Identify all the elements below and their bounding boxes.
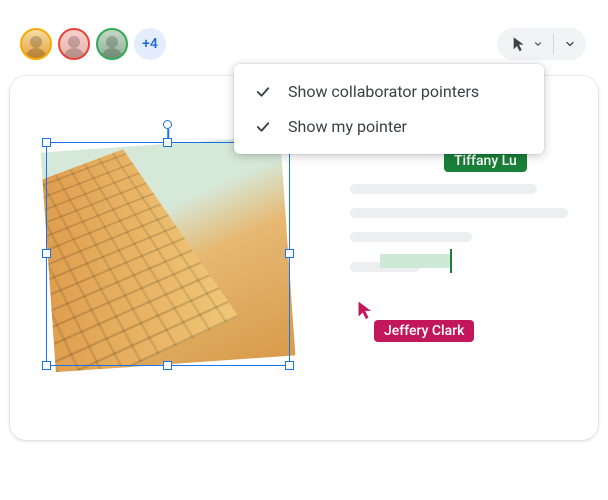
- pointer-options-dropdown: Show collaborator pointers Show my point…: [234, 64, 544, 154]
- dropdown-item-show-collaborator-pointers[interactable]: Show collaborator pointers: [234, 74, 544, 109]
- dropdown-item-label: Show collaborator pointers: [288, 82, 479, 101]
- resize-handle[interactable]: [42, 138, 51, 147]
- check-icon: [254, 83, 272, 101]
- resize-handle[interactable]: [285, 361, 294, 370]
- collaborator-caret: [450, 249, 452, 273]
- rotate-handle[interactable]: [163, 120, 172, 129]
- dropdown-item-label: Show my pointer: [288, 117, 407, 136]
- text-selection-highlight: [380, 254, 450, 268]
- check-icon: [254, 118, 272, 136]
- text-line: [350, 208, 568, 218]
- more-collaborators-count[interactable]: +4: [134, 28, 166, 60]
- avatar[interactable]: [96, 28, 128, 60]
- rotate-stem: [167, 129, 169, 141]
- text-line: [350, 232, 472, 242]
- selected-image[interactable]: [48, 144, 288, 364]
- pointer-icon: [511, 36, 527, 52]
- image-content: [41, 136, 296, 372]
- collaborator-avatars: +4: [20, 28, 166, 60]
- resize-handle[interactable]: [42, 361, 51, 370]
- pointer-dropdown-button[interactable]: [497, 28, 586, 60]
- divider: [553, 34, 554, 54]
- avatar[interactable]: [58, 28, 90, 60]
- text-placeholder-block: [350, 184, 568, 286]
- chevron-down-icon: [533, 39, 543, 49]
- collaborator-pointer-icon: [356, 300, 376, 324]
- text-line: [350, 184, 537, 194]
- collaborator-name-tag: Jeffery Clark: [374, 320, 474, 342]
- avatar[interactable]: [20, 28, 52, 60]
- chevron-down-icon: [564, 38, 576, 50]
- dropdown-item-show-my-pointer[interactable]: Show my pointer: [234, 109, 544, 144]
- collaborator-cursor-line: [380, 256, 452, 266]
